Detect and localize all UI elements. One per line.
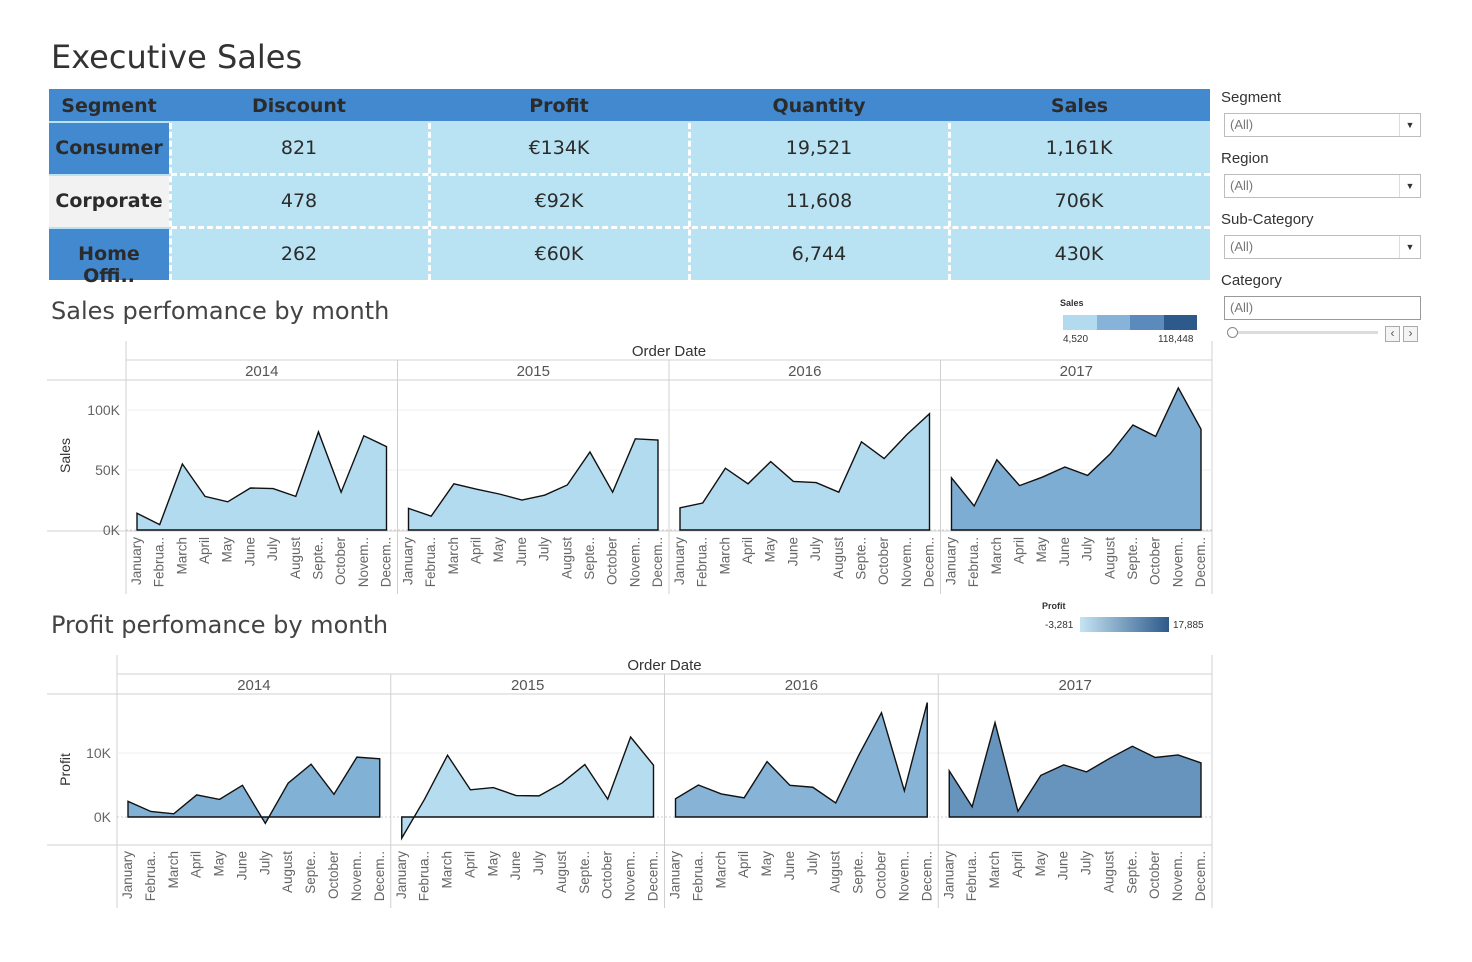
x-tick-label: July [1080, 537, 1095, 561]
x-tick-label: Novem.. [627, 537, 642, 587]
x-tick-label: October [605, 537, 620, 586]
x-tick-label: Novem.. [1170, 537, 1185, 587]
x-tick-label: Decem.. [379, 537, 394, 587]
x-tick-label: June [1057, 537, 1072, 566]
x-tick-label: July [808, 537, 823, 561]
x-tick-label: August [831, 537, 846, 579]
area-series-2015 [407, 438, 659, 531]
x-tick-label: Septe.. [582, 537, 597, 580]
y-tick-label: 50K [95, 462, 121, 478]
year-header: 2016 [788, 363, 821, 380]
x-tick-label: July [537, 537, 552, 561]
x-tick-label: June [514, 537, 529, 566]
x-tick-label: August [559, 537, 574, 579]
x-tick-label: May [763, 537, 778, 563]
x-tick-label: March [446, 537, 461, 575]
area-series-2016 [679, 412, 931, 531]
x-tick-label: April [469, 537, 484, 564]
x-tick-label: Februa.. [423, 537, 438, 587]
x-tick-label: Novem.. [899, 537, 914, 587]
x-tick-label: Decem.. [1193, 537, 1208, 587]
x-tick-label: January [672, 537, 687, 585]
x-tick-label: March [717, 537, 732, 575]
y-tick-label: 100K [87, 402, 120, 418]
area-series-2017 [950, 386, 1202, 531]
x-tick-label: Decem.. [922, 537, 937, 587]
x-tick-label: Septe.. [1125, 537, 1140, 580]
x-tick-label: Septe.. [310, 537, 325, 580]
x-tick-label: August [288, 537, 303, 579]
x-tick-label: May [1034, 537, 1049, 563]
x-tick-label: July [265, 537, 280, 561]
x-tick-label: January [944, 537, 959, 585]
x-tick-label: March [989, 537, 1004, 575]
x-tick-label: May [220, 537, 235, 563]
x-tick-label: October [333, 537, 348, 586]
x-tick-label: Februa.. [152, 537, 167, 587]
x-tick-label: June [785, 537, 800, 566]
x-tick-label: January [401, 537, 416, 585]
x-tick-label: April [740, 537, 755, 564]
sales-area-chart: Order Date Sales 0K 50K 100K 2014 January Febru… [47, 341, 1213, 594]
y-tick-label: 0K [103, 522, 121, 538]
x-tick-label: Decem.. [650, 537, 665, 587]
area-series-2014 [136, 429, 388, 531]
x-tick-label: Septe.. [853, 537, 868, 580]
x-tick-label: Novem.. [356, 537, 371, 587]
year-header: 2015 [517, 363, 550, 380]
x-tick-label: August [1102, 537, 1117, 579]
x-tick-label: October [1148, 537, 1163, 586]
x-tick-label: Februa.. [695, 537, 710, 587]
year-header: 2017 [1060, 363, 1093, 380]
x-tick-label: Februa.. [966, 537, 981, 587]
x-tick-label: January [129, 537, 144, 585]
x-tick-label: October [876, 537, 891, 586]
year-header: 2014 [245, 363, 278, 380]
y-axis-label: Sales [57, 438, 73, 473]
x-tick-label: April [197, 537, 212, 564]
column-header-order-date: Order Date [632, 343, 706, 360]
x-tick-label: April [1012, 537, 1027, 564]
x-tick-label: June [242, 537, 257, 566]
x-tick-label: May [491, 537, 506, 563]
x-tick-label: March [174, 537, 189, 575]
